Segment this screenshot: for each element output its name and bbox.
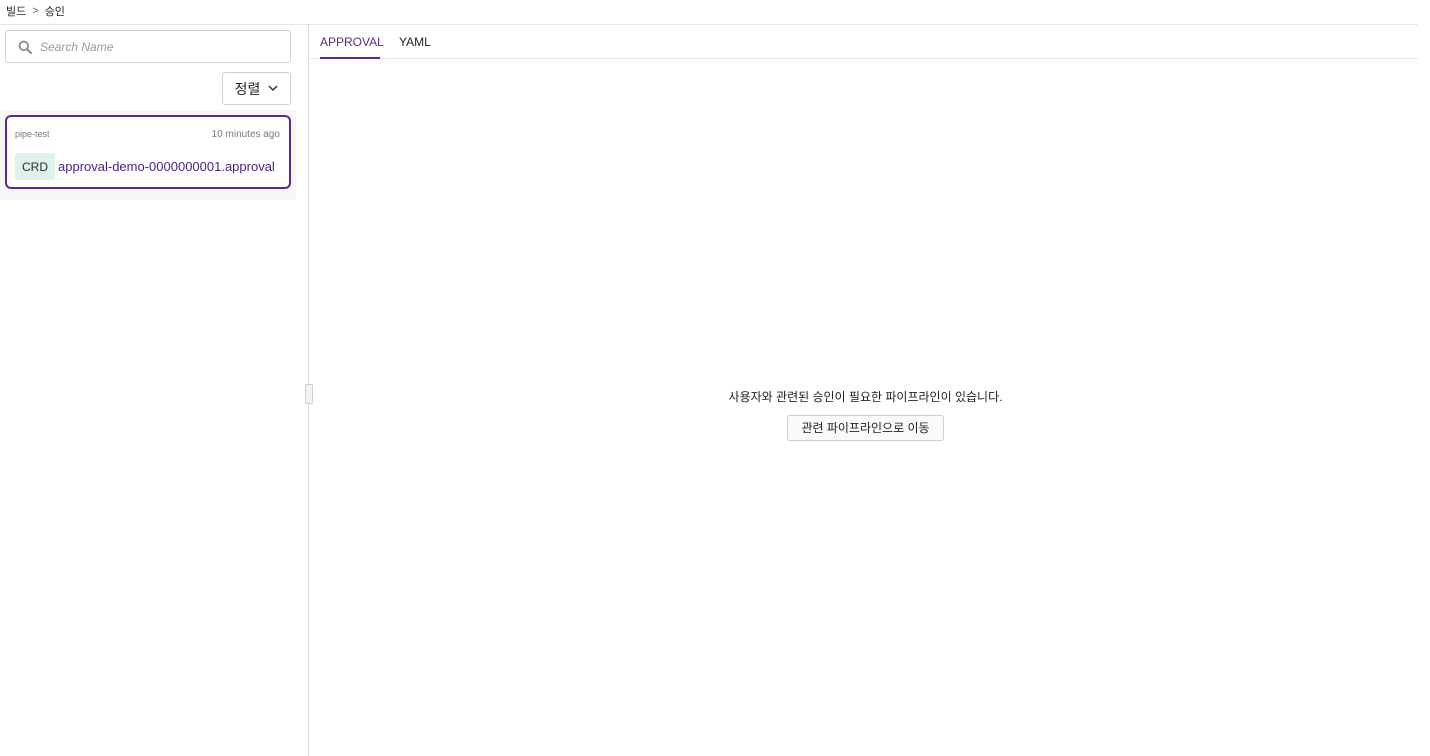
tab-approval[interactable]: APPROVAL xyxy=(320,35,384,49)
item-timestamp: 10 minutes ago xyxy=(211,129,280,140)
search-input[interactable] xyxy=(40,39,270,54)
item-title: approval-demo-0000000001.approval xyxy=(58,159,275,174)
tab-bar: APPROVAL YAML xyxy=(310,25,1418,59)
breadcrumb-item-build[interactable]: 빌드 xyxy=(6,3,26,19)
resource-type-badge: CRD xyxy=(15,153,55,180)
search-icon xyxy=(18,40,32,54)
main-panel: APPROVAL YAML 사용자와 관련된 승인이 필요한 파이프라인이 있습… xyxy=(310,25,1418,756)
breadcrumb-separator-icon: > xyxy=(32,5,39,17)
sort-button[interactable]: 정렬 xyxy=(222,72,291,105)
go-to-pipeline-button[interactable]: 관련 파이프라인으로 이동 xyxy=(787,415,944,441)
search-field[interactable] xyxy=(5,30,291,63)
list-item[interactable]: pipe-test 10 minutes ago CRD approval-de… xyxy=(5,115,291,189)
sidebar: 정렬 pipe-test 10 minutes ago CRD approval… xyxy=(0,25,309,756)
tab-yaml[interactable]: YAML xyxy=(399,35,431,49)
breadcrumb: 빌드 > 승인 xyxy=(6,3,65,19)
sort-label: 정렬 xyxy=(234,80,261,97)
empty-state: 사용자와 관련된 승인이 필요한 파이프라인이 있습니다. 관련 파이프라인으로… xyxy=(310,388,1421,441)
item-namespace: pipe-test xyxy=(15,129,50,139)
active-tab-indicator xyxy=(320,57,380,59)
empty-state-message: 사용자와 관련된 승인이 필요한 파이프라인이 있습니다. xyxy=(728,390,1003,404)
chevron-down-icon xyxy=(268,85,278,92)
breadcrumb-item-approval: 승인 xyxy=(44,6,65,18)
